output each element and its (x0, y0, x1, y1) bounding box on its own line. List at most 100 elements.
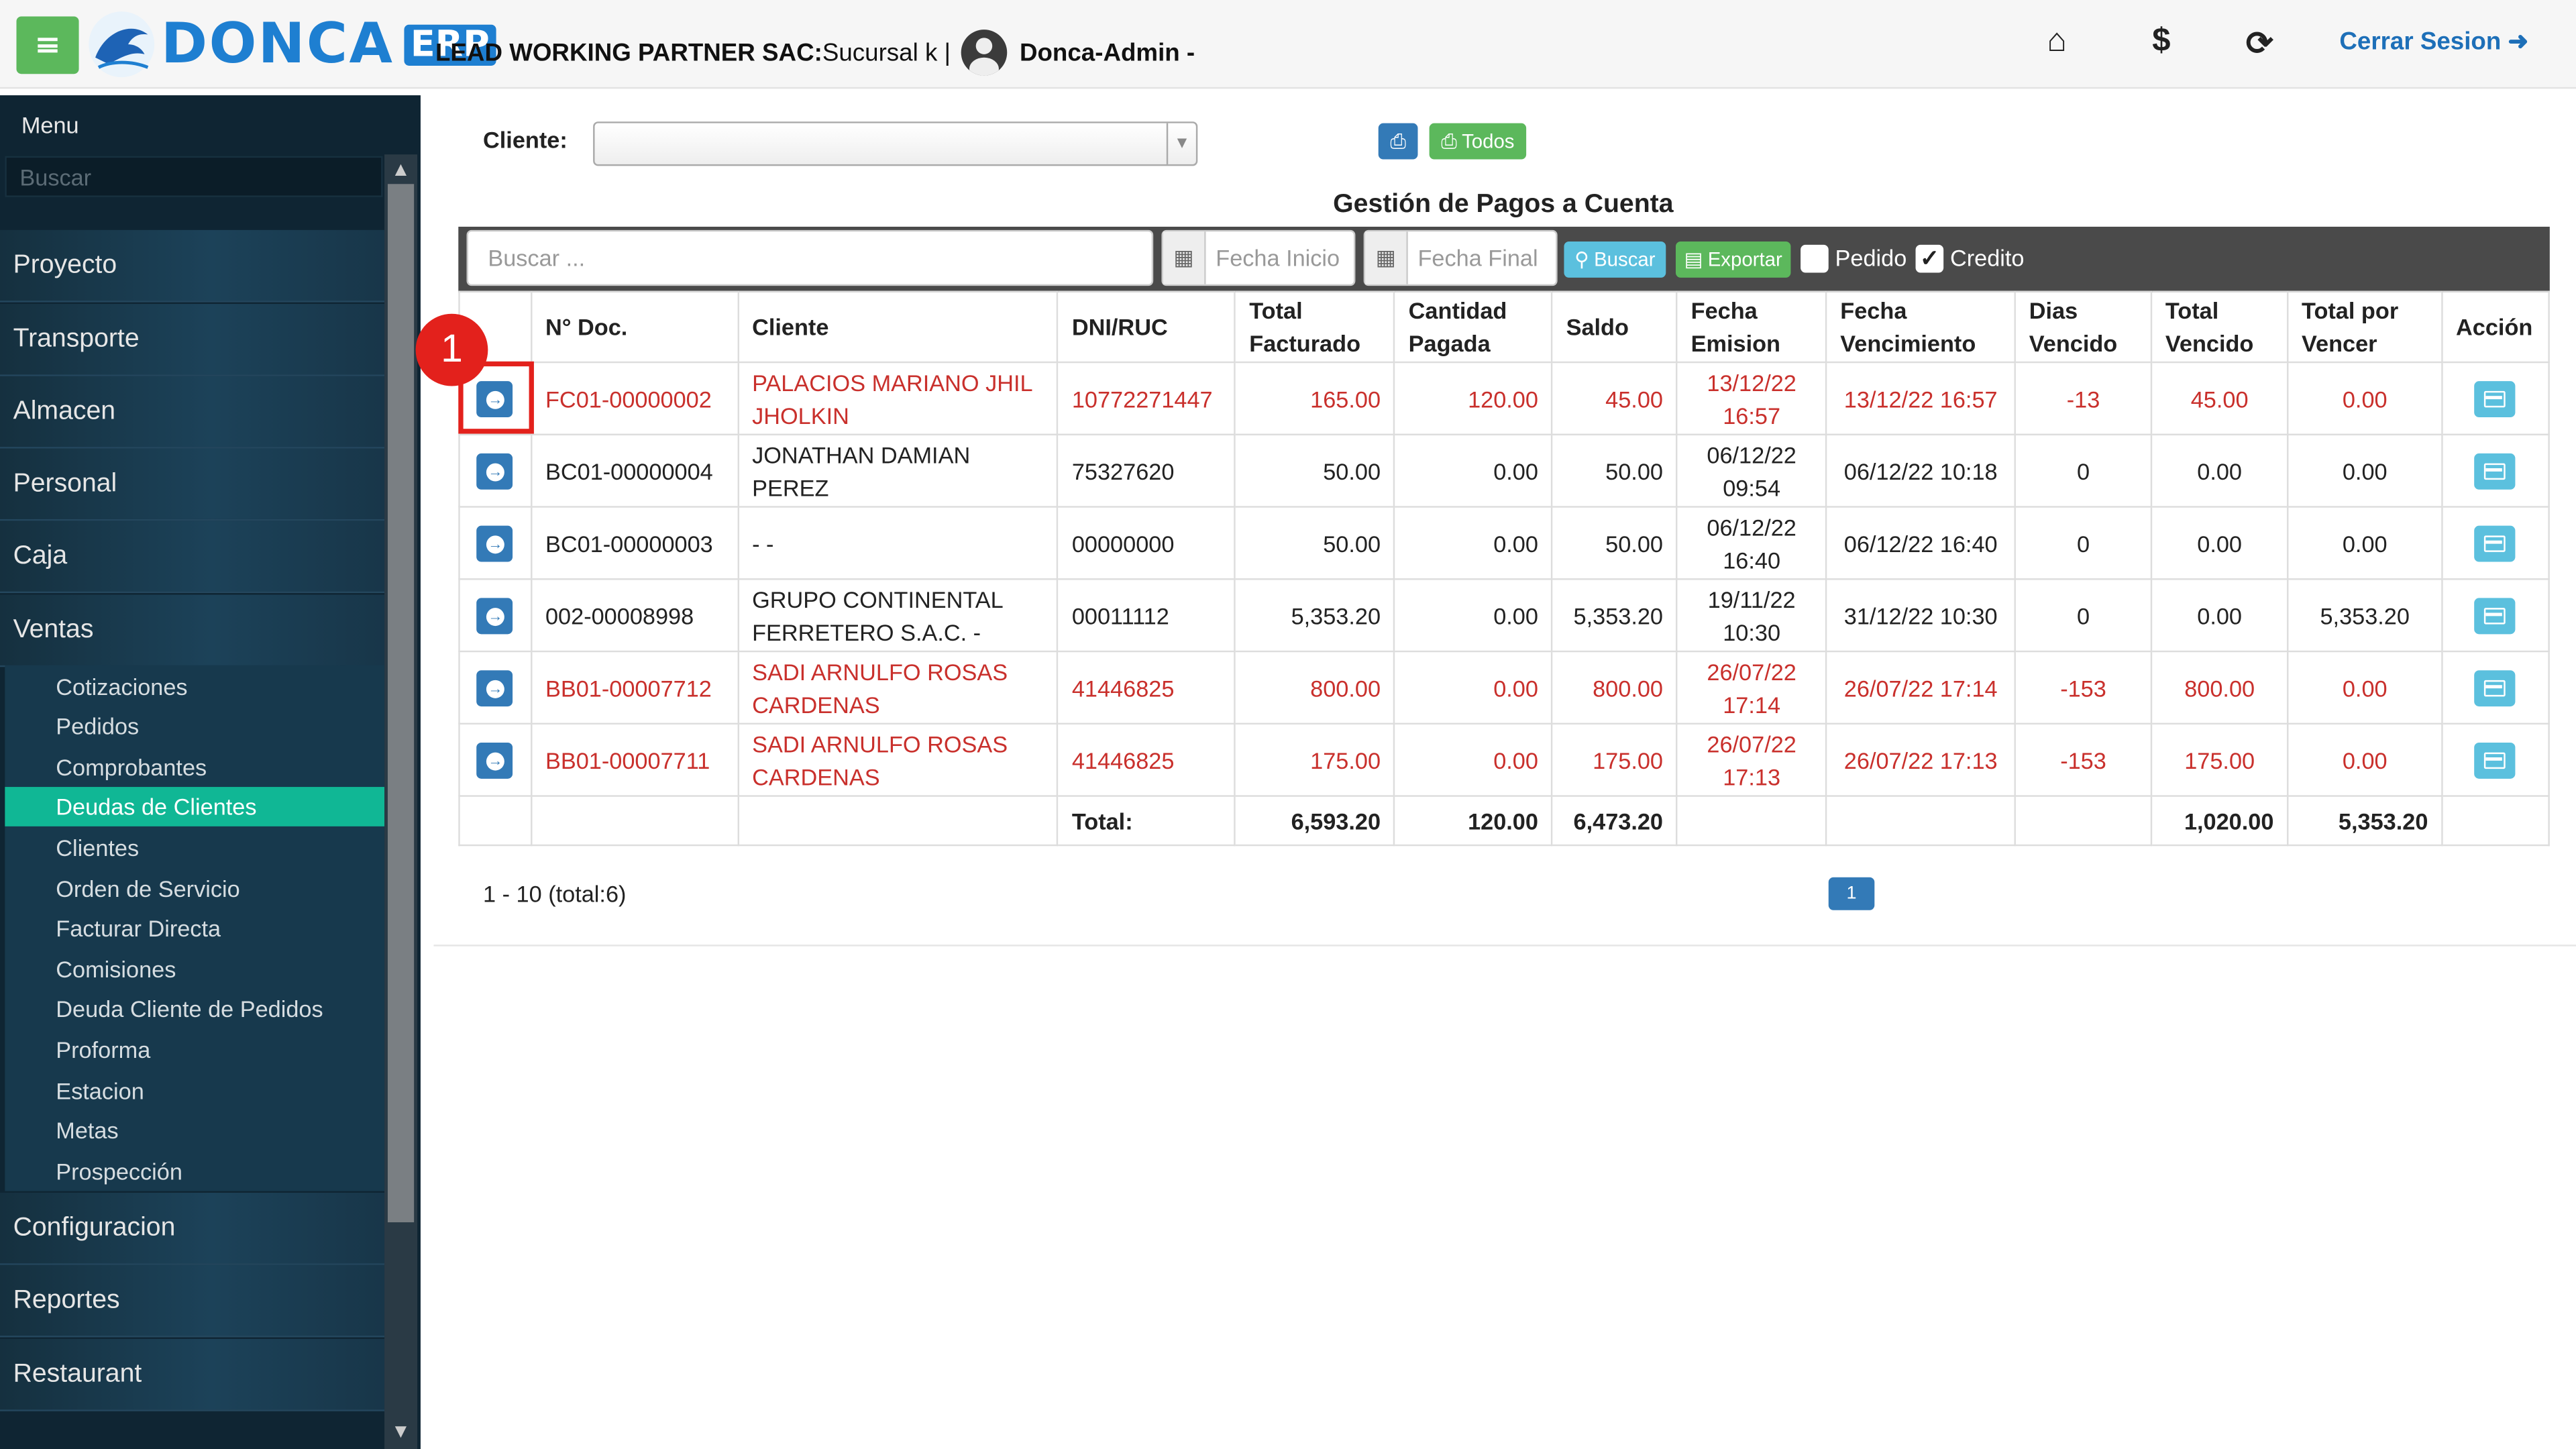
col-header-total-facturado[interactable]: Total Facturado (1234, 290, 1396, 364)
credit-card-icon (2484, 390, 2506, 407)
sidebar-item-reportes[interactable]: Reportes (0, 1265, 385, 1338)
sidebar-item-restaurant[interactable]: Restaurant (0, 1338, 385, 1411)
page-button-current[interactable]: 1 (1828, 877, 1875, 910)
sync-icon[interactable]: ⟳ (2246, 23, 2273, 64)
submenu-item-metas[interactable]: Metas (5, 1111, 384, 1150)
totals-cantidad-pagada: 120.00 (1393, 795, 1553, 847)
cell-dni: 10772271447 (1057, 361, 1236, 435)
table-search-input[interactable]: Buscar ... (466, 229, 1154, 286)
debts-table: N° Doc. Cliente DNI/RUC Total Facturado … (458, 290, 2550, 847)
sidebar: Menu Buscar Proyecto Transporte Almacen … (0, 95, 421, 1449)
logout-icon: ➜ (2508, 28, 2529, 56)
cell-total-facturado: 5,353.20 (1234, 578, 1396, 653)
sidebar-item-almacen[interactable]: Almacen (0, 376, 385, 449)
menu-toggle-button[interactable] (16, 16, 79, 74)
col-header-saldo[interactable]: Saldo (1551, 290, 1678, 364)
checkmark-icon[interactable]: ✓ (1915, 244, 1944, 272)
cell-saldo: 45.00 (1551, 361, 1678, 435)
totals-empty (2014, 795, 2153, 847)
row-detail-button[interactable]: → (477, 525, 514, 562)
fecha-inicio-field[interactable]: ▦ Fecha Inicio (1161, 229, 1356, 286)
sidebar-item-transporte[interactable]: Transporte (0, 304, 385, 376)
totals-total-vencido: 1,020.00 (2150, 795, 2289, 847)
logout-link[interactable]: Cerrar Sesion ➜ (2339, 26, 2528, 56)
row-detail-button[interactable]: → (477, 670, 514, 707)
row-detail-button[interactable]: → (477, 453, 514, 490)
col-header-accion: Acción (2440, 290, 2550, 364)
sidebar-item-caja[interactable]: Caja (0, 521, 385, 594)
submenu-item-clientes[interactable]: Clientes (5, 828, 384, 867)
cell-fecha-vencimiento: 31/12/22 10:30 (1825, 578, 2017, 653)
submenu-item-cotizaciones[interactable]: Cotizaciones (5, 667, 384, 706)
print-button[interactable]: ⎙ (1378, 123, 1418, 160)
cell-doc: BB01-00007711 (530, 722, 739, 797)
logo[interactable]: DONCA ERP (85, 8, 496, 80)
submenu-item-proforma[interactable]: Proforma (5, 1030, 384, 1070)
submenu-item-deuda-cliente-pedidos[interactable]: Deuda Cliente de Pedidos (5, 989, 384, 1028)
register-payment-button[interactable] (2475, 669, 2516, 706)
table-row: → BC01-00000003- -00000000 50.00 0.00 50.00 0… (458, 506, 2550, 580)
user-name: Donca-Admin - (1019, 38, 1195, 67)
dollar-icon[interactable]: $ (2152, 23, 2170, 60)
register-payment-button[interactable] (2475, 452, 2516, 489)
credito-checkbox[interactable]: ✓ Credito (1915, 241, 2025, 274)
fecha-inicio-placeholder: Fecha Inicio (1216, 244, 1340, 272)
col-header-total-vencido[interactable]: Total Vencido (2150, 290, 2289, 364)
cell-total-facturado: 800.00 (1234, 650, 1396, 725)
col-header-total-por-vencer[interactable]: Total por Vencer (2287, 290, 2443, 364)
submenu-item-estacion[interactable]: Estacion (5, 1071, 384, 1111)
col-header-dni[interactable]: DNI/RUC (1057, 290, 1236, 364)
scroll-up-icon[interactable]: ▲ (391, 158, 411, 180)
col-header-dias-vencido[interactable]: Dias Vencido (2014, 290, 2153, 364)
scrollbar-thumb[interactable] (387, 184, 415, 1223)
sidebar-scrollbar[interactable]: ▲ ▼ (384, 154, 418, 1449)
submenu-item-deudas-de-clientes[interactable]: Deudas de Clientes (5, 787, 385, 826)
pagination-info: 1 - 10 (total:6) (483, 880, 627, 907)
col-header-cliente[interactable]: Cliente (737, 290, 1059, 364)
row-detail-button[interactable]: → (477, 742, 514, 779)
sidebar-item-configuracion[interactable]: Configuracion (0, 1192, 385, 1265)
credit-card-icon (2484, 462, 2506, 479)
register-payment-button[interactable] (2475, 597, 2516, 634)
scroll-down-icon[interactable]: ▼ (391, 1419, 411, 1442)
buscar-button[interactable]: ⚲ Buscar (1564, 241, 1666, 278)
sidebar-item-personal[interactable]: Personal (0, 448, 385, 521)
exportar-label: Exportar (1707, 248, 1782, 272)
logout-label: Cerrar Sesion (2339, 28, 2502, 56)
sidebar-item-ventas[interactable]: Ventas (0, 594, 385, 667)
pedido-checkbox-box[interactable] (1801, 244, 1829, 272)
pedido-checkbox[interactable]: Pedido (1801, 241, 1907, 274)
exportar-button[interactable]: ▤ Exportar (1675, 241, 1791, 278)
sidebar-item-proyecto[interactable]: Proyecto (0, 229, 385, 303)
totals-row: Total: 6,593.20 120.00 6,473.20 1,020.00… (458, 795, 2550, 847)
sidebar-search-input[interactable]: Buscar (5, 156, 383, 197)
calendar-icon: ▦ (1163, 231, 1206, 284)
fecha-final-field[interactable]: ▦ Fecha Final (1363, 229, 1558, 286)
cell-total-vencido: 0.00 (2150, 506, 2289, 580)
submenu-item-facturar-directa[interactable]: Facturar Directa (5, 908, 384, 948)
cell-cantidad-pagada: 0.00 (1393, 433, 1553, 508)
register-payment-button[interactable] (2475, 525, 2516, 561)
col-header-doc[interactable]: N° Doc. (530, 290, 739, 364)
col-header-fecha-vencimiento[interactable]: Fecha Vencimiento (1825, 290, 2017, 364)
dolphin-logo-icon (89, 11, 155, 78)
arrow-circle-right-icon: → (486, 751, 504, 770)
submenu-item-prospeccion[interactable]: Prospección (5, 1152, 384, 1191)
submenu-item-comprobantes[interactable]: Comprobantes (5, 747, 384, 787)
table-toolbar: Buscar ... ▦ Fecha Inicio ▦ Fecha Final … (458, 226, 2550, 292)
col-header-cantidad-pagada[interactable]: Cantidad Pagada (1393, 290, 1553, 364)
home-icon[interactable]: ⌂ (2047, 23, 2067, 60)
cliente-label: Cliente: (483, 126, 568, 153)
submenu-item-pedidos[interactable]: Pedidos (5, 706, 384, 746)
row-detail-button[interactable]: → (477, 598, 514, 635)
cliente-select[interactable]: ▼ (593, 121, 1198, 166)
register-payment-button[interactable] (2475, 380, 2516, 417)
register-payment-button[interactable] (2475, 741, 2516, 778)
cell-fecha-emision: 26/07/22 17:14 (1676, 650, 1827, 725)
row-action-cell (2440, 722, 2550, 797)
col-header-fecha-emision[interactable]: Fecha Emision (1676, 290, 1827, 364)
print-all-button[interactable]: ⎙ Todos (1429, 123, 1527, 160)
submenu-item-orden-de-servicio[interactable]: Orden de Servicio (5, 869, 384, 909)
row-action-cell (2440, 361, 2550, 435)
submenu-item-comisiones[interactable]: Comisiones (5, 950, 384, 989)
